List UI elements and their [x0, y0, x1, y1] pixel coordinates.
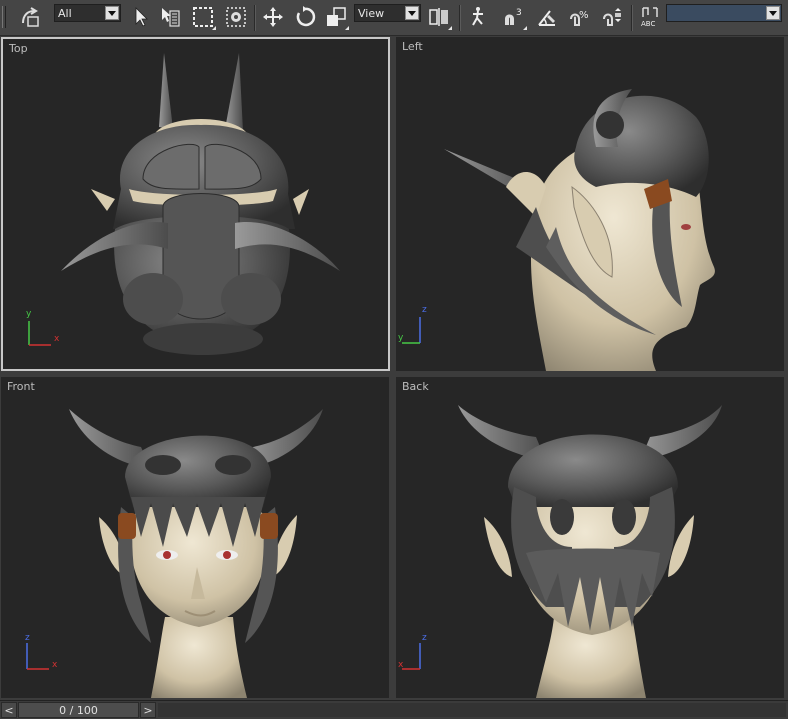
toolbar-grip[interactable] [2, 6, 6, 28]
time-slider-frame: 0 / 100 [59, 703, 98, 717]
axis-y-label: y [398, 333, 404, 343]
axis-z-label: z [25, 633, 30, 643]
svg-text:3: 3 [516, 8, 522, 18]
chevron-down-icon [405, 6, 419, 20]
spinner-snap-icon[interactable] [599, 3, 627, 31]
viewport-front[interactable]: Front z x [1, 377, 389, 698]
undo-redo-icon[interactable] [16, 3, 44, 31]
reference-coordinate-value: View [358, 6, 385, 20]
rotate-icon[interactable] [291, 3, 319, 31]
selection-filter-dropdown[interactable]: All [54, 4, 121, 22]
toolbar-separator [459, 5, 461, 31]
toolbar-separator [254, 5, 256, 31]
selection-filter-value: All [58, 6, 72, 20]
svg-text:ABC: ABC [641, 20, 655, 28]
angle-snap-icon[interactable] [533, 3, 561, 31]
axis-tripod [396, 309, 436, 349]
reference-coordinate-dropdown[interactable]: View [354, 4, 421, 22]
chevron-down-icon [105, 6, 119, 20]
axis-x-label: x [54, 334, 60, 344]
named-selection-dropdown[interactable] [666, 4, 782, 22]
snap-3d-icon[interactable]: 3 [500, 3, 528, 31]
timeline-bar: < 0 / 100 > [0, 700, 788, 719]
axis-x-label: x [398, 660, 404, 670]
back-view-model [458, 405, 722, 698]
pivot-center-icon[interactable] [425, 3, 453, 31]
viewport-left[interactable]: Left z y [396, 37, 784, 371]
axis-z-label: z [422, 305, 427, 315]
move-icon[interactable] [259, 3, 287, 31]
axis-x-label: x [52, 660, 58, 670]
toolbar-separator [631, 5, 633, 31]
viewport-top[interactable]: Top y x [1, 37, 390, 371]
viewport-back[interactable]: Back z x [396, 377, 784, 698]
next-frame-button[interactable]: > [140, 702, 156, 718]
main-toolbar: All View 3 % ABC [0, 0, 788, 36]
percent-snap-icon[interactable]: % [566, 3, 594, 31]
left-view-model [444, 89, 715, 371]
time-slider[interactable]: 0 / 100 [18, 702, 139, 718]
select-icon[interactable] [126, 3, 154, 31]
prev-frame-button[interactable]: < [1, 702, 17, 718]
axis-z-label: z [422, 633, 427, 643]
scale-icon[interactable] [322, 3, 350, 31]
manipulate-icon[interactable] [464, 3, 492, 31]
timeline-track[interactable] [158, 703, 786, 717]
chevron-down-icon [766, 6, 780, 20]
window-crossing-icon[interactable] [222, 3, 250, 31]
axis-y-label: y [26, 309, 32, 319]
select-by-name-icon[interactable] [156, 3, 184, 31]
svg-text:%: % [579, 10, 589, 21]
region-select-icon[interactable] [189, 3, 217, 31]
edit-named-selection-icon[interactable]: ABC [636, 3, 664, 31]
